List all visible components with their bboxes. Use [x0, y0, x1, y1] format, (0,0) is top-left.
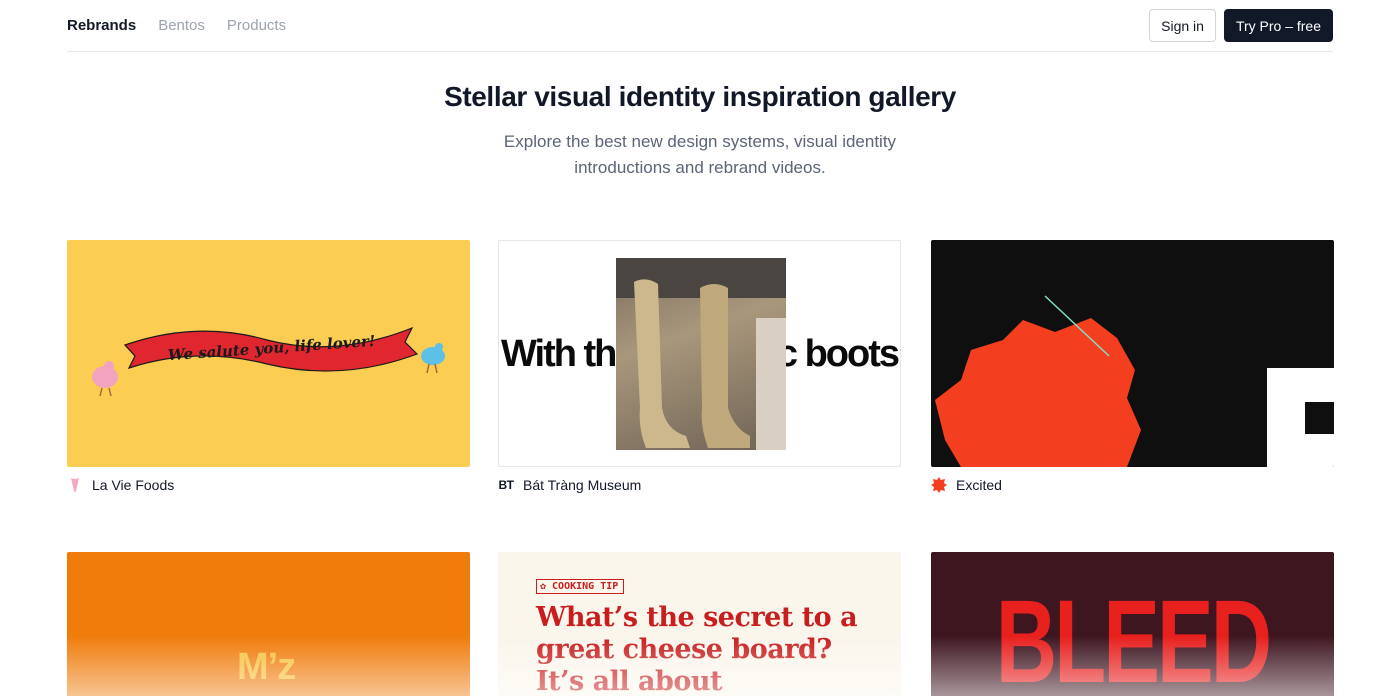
nav-link-bentos[interactable]: Bentos	[158, 17, 205, 34]
top-navigation: Rebrands Bentos Products Sign in Try Pro…	[67, 0, 1333, 52]
card-thumbnail[interactable]: ✿ COOKING TIP What’s the secret to a gre…	[498, 552, 901, 696]
bt-logo: BT	[498, 478, 515, 492]
gallery-card-orange[interactable]: M’z	[67, 552, 470, 696]
card-caption: Excited	[931, 476, 1334, 494]
gallery-card-la-vie-foods[interactable]: We salute you, life lover! La Vie Foods	[67, 240, 470, 494]
banner-illustration: We salute you, life lover!	[92, 326, 445, 397]
page-title: Stellar visual identity inspiration gall…	[444, 81, 956, 112]
card-title[interactable]: Bát Tràng Museum	[523, 477, 641, 493]
gallery-card-excited[interactable]: Excited	[931, 240, 1334, 494]
flower-icon: ✿	[540, 581, 547, 592]
card-thumbnail[interactable]	[931, 240, 1334, 467]
nav-actions: Sign in Try Pro – free	[1149, 9, 1333, 42]
gallery-card-bat-trang-museum[interactable]: With the mic boots BT Bát Tràng Museum	[498, 240, 901, 494]
try-pro-button[interactable]: Try Pro – free	[1223, 9, 1333, 42]
cooking-tip-tag: ✿ COOKING TIP	[536, 579, 625, 594]
nav-link-rebrands[interactable]: Rebrands	[67, 17, 136, 34]
card-caption: BT Bát Tràng Museum	[498, 476, 901, 494]
sign-in-button[interactable]: Sign in	[1149, 9, 1216, 42]
nav-link-products[interactable]: Products	[227, 17, 286, 34]
card-thumbnail[interactable]: With the mic boots	[498, 240, 901, 467]
headline-left: With the	[501, 333, 637, 375]
card-title[interactable]: Excited	[956, 477, 1002, 493]
main-nav: Rebrands Bentos Products	[67, 17, 286, 34]
cooking-headline: What’s the secret to a great cheese boar…	[536, 602, 858, 696]
card-caption: La Vie Foods	[67, 476, 470, 494]
boots-photo	[616, 258, 786, 450]
starburst-illustration	[935, 295, 1334, 467]
card-title[interactable]: La Vie Foods	[92, 477, 174, 493]
card-thumbnail[interactable]: We salute you, life lover!	[67, 240, 470, 467]
gallery-card-bleed[interactable]: BLEED	[931, 552, 1334, 696]
heart-icon	[67, 477, 83, 493]
starburst-icon	[931, 477, 947, 493]
thumbnail-logo: M’z	[237, 646, 296, 688]
page-subtitle: Explore the best new design systems, vis…	[503, 132, 897, 177]
gallery-card-cooking-tip[interactable]: ✿ COOKING TIP What’s the secret to a gre…	[498, 552, 901, 696]
blue-bird-icon	[421, 343, 445, 374]
pink-bird-icon	[92, 361, 118, 397]
hero-section: Stellar visual identity inspiration gall…	[0, 78, 1400, 181]
card-thumbnail[interactable]: M’z	[67, 552, 470, 696]
bleed-wordmark: BLEED	[995, 576, 1272, 696]
card-thumbnail[interactable]: BLEED	[931, 552, 1334, 696]
